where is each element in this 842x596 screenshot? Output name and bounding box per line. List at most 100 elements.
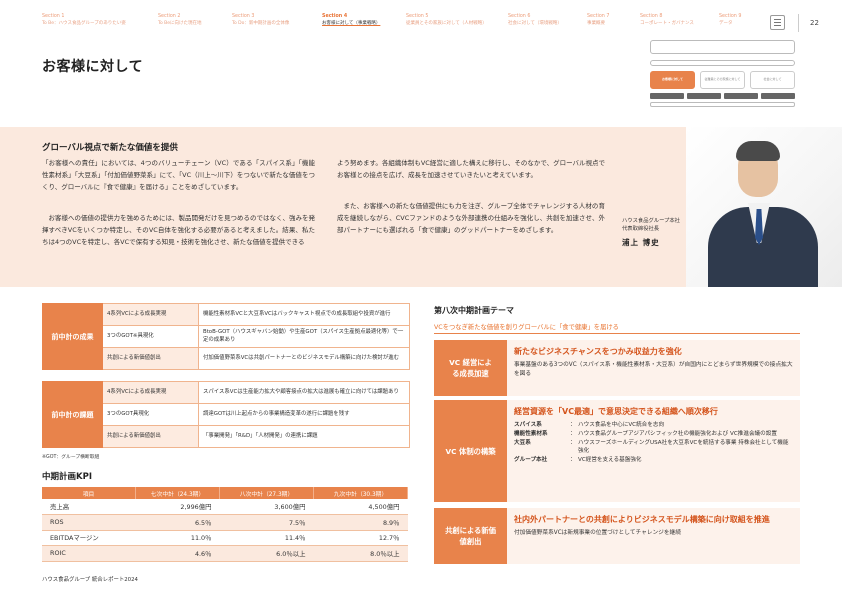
column-header: 八次中計（27.3期） [219,487,314,499]
table-row: 売上高 2,996億円 3,600億円 4,500億円 [42,499,408,515]
nav-section-sub: To Beに向けた現在地 [158,20,202,26]
kpi-value: 6.5％ [135,514,220,531]
nav-section-sub: To Be：ハウス食品グループのありたい姿 [42,20,126,26]
plan-divider [434,333,800,334]
kpi-value: 2,996億円 [135,499,220,515]
row-text: 調達GOTは川上起点からの事業構造変革の遂行に課題を残す [198,403,410,426]
previous-plan-results-table: 前中計の成果 4系列VCによる成長実現 機能性素材系VCと大豆系VCはバックキャ… [42,303,410,370]
kpi-value: 4,500億円 [313,499,408,515]
nav-section-sub: データ [719,20,733,26]
nav-section-5[interactable]: Section 5 従業員とその家族に対して（人材戦略） [406,14,487,27]
nav-section-sub: 社会に対して（環境戦略） [508,20,562,26]
row-label: 4系列VCによる成長実現 [102,303,199,326]
kpi-item: ROIC [42,545,136,562]
row-text: 「事業開発」「R&D」「人材開発」の連携に課題 [198,425,410,448]
kpi-value: 6.0％以上 [219,545,314,562]
president-portrait [686,127,842,287]
signature-company: ハウス食品グループ本社 [622,218,680,224]
kpi-value: 8.0％以上 [313,545,408,562]
signature-title: 代表取締役社長 [622,225,660,232]
definition-value: VC経営を支える基盤強化 [578,457,642,464]
table-row: ROIC 4.6％ 6.0％以上 8.0％以上 [42,545,408,562]
divider [798,14,799,32]
definition-colon: ： [570,430,576,437]
table-row: 前中計の成果 4系列VCによる成長実現 機能性素材系VCと大豆系VCはバックキャ… [42,303,410,370]
kpi-table: 項目 七次中計（24.3期） 八次中計（27.3期） 九次中計（30.3期） 売… [42,487,408,562]
plan-block-header: 共創による新価値創出 [434,508,507,564]
nav-section-9[interactable]: Section 9 データ [719,14,741,27]
nav-section-8[interactable]: Section 8 コーポレート・ガバナンス [640,14,694,27]
nav-section-1[interactable]: Section 1 To Be：ハウス食品グループのありたい姿 [42,14,126,27]
mini-diagram-row [650,60,795,66]
got-footnote: ※GOT：グループ横断取組 [42,455,100,460]
plan-block-body: 新たなビジネスチャンスをつかみ収益力を強化 事業基盤のある3つのVC（スパイス系… [507,340,800,396]
row-label: 3つのGOT具現化 [102,403,199,426]
kpi-value: 11.4％ [219,530,314,546]
definition-colon: ： [570,439,576,446]
plan-subtitle: VCをつなぎ新たな価値を創りグローバルに「食で健康」を届ける [434,324,619,331]
kpi-value: 12.7％ [313,530,408,546]
kpi-value: 8.9％ [313,514,408,531]
mini-diagram-top [650,40,795,54]
definition-key: 機能性素材系 [514,430,548,437]
kpi-value: 4.6％ [135,545,220,562]
definition-key: スパイス系 [514,422,542,428]
signature-role: ハウス食品グループ本社 代表取締役社長 [622,218,680,233]
plan-block-header-text: VC 体制の構築 [445,446,496,456]
row-label: 共創による新価値創出 [102,347,199,370]
definition-row: 大豆系 ：ハウスフーズホールディングUSA社を大豆系VCを統括する事業 持株会社と… [514,439,793,457]
nav-section-sub: 事業概要 [587,20,605,26]
plan-block-heading: 経営資源を「VC最適」で意思決定できる組織へ順次移行 [514,407,718,416]
message-paragraph-3: よう努めます。各組織体制もVC経営に適した構えに移行し、そのなかで、グローバル視… [337,159,606,180]
kpi-item: 売上高 [42,499,136,515]
plan-block-structure: VC 体制の構築 経営資源を「VC最適」で意思決定できる組織へ順次移行 スパイス… [434,400,800,502]
signature-name: 浦上 博史 [622,238,660,247]
vc-definition-list: スパイス系：ハウス食品を中心にVC統合を志向 機能性素材系：ハウス食品グループア… [514,421,793,465]
menu-icon[interactable] [770,15,785,30]
plan-block-header: VC 体制の構築 [434,400,507,502]
row-text: 付加価値野菜系VCは共創パートナーとのビジネスモデル構築に向けた検討が進む [198,347,410,370]
message-title: グローバル視点で新たな価値を提供 [42,143,178,153]
definition-value: ハウス食品を中心にVC統合を志向 [578,422,665,428]
row-label: 共創による新価値創出 [102,425,199,448]
kpi-value: 3,600億円 [219,499,314,515]
definition-colon: ： [570,457,576,464]
nav-section-sub: お客様に対して（事業戦略） [322,20,381,26]
mini-bar [724,93,758,99]
nav-section-6[interactable]: Section 6 社会に対して（環境戦略） [508,14,562,27]
structure-mini-diagram: お客様に対して 従業員とその家族に対して 社会に対して [650,40,795,112]
plan-block-header: VC 経営による成長加速 [434,340,507,396]
nav-section-label: Section 7 [587,14,610,19]
column-header: 項目 [42,487,136,499]
plan-block-text: 付加価値野菜系VCは新規事業の位置づけとしてチャレンジを継続 [514,530,681,536]
nav-section-2[interactable]: Section 2 To Beに向けた現在地 [158,14,202,27]
mini-box-society: 社会に対して [750,71,795,89]
nav-section-sub: To Do：新中期計画の全体像 [232,20,290,26]
definition-row: スパイス系 ：ハウス食品を中心にVC統合を志向 [514,421,793,430]
definition-colon: ： [570,422,576,428]
nav-section-7[interactable]: Section 7 事業概要 [587,14,609,27]
plan-block-heading: 社内外パートナーとの共創によりビジネスモデル構築に向け取組を推進 [514,515,770,524]
mini-bar [761,93,795,99]
plan-block-heading: 新たなビジネスチャンスをつかみ収益力を強化 [514,347,682,356]
mini-diagram-foot [650,102,795,107]
row-label: 4系列VCによる成長実現 [102,381,199,404]
mini-box-employees: 従業員とその家族に対して [700,71,745,89]
row-label: 3つのGOT※具現化 [102,325,199,348]
page-title: お客様に対して [42,59,144,75]
nav-section-sub: コーポレート・ガバナンス [640,20,694,26]
issues-header: 前中計の課題 [42,381,103,448]
nav-section-3[interactable]: Section 3 To Do：新中期計画の全体像 [232,14,289,27]
portrait-hair [736,141,780,161]
definition-key: グループ本社 [514,457,548,464]
message-paragraph-4: また、お客様への新たな価値提供にも力を注ぎ、グループ全体でチャレンジする人材の育… [337,202,605,235]
mini-bar [650,93,684,99]
definition-row: グループ本社 ： VC経営を支える基盤強化 [514,456,793,465]
nav-section-4[interactable]: Section 4 お客様に対して（事業戦略） [322,14,380,27]
results-header: 前中計の成果 [42,303,103,370]
definition-value: ハウス食品グループアジアパシフィック社の機能強化および VC推進会議の設置 [578,430,777,437]
message-paragraph-1: 「お客様への責任」においては、4つのバリューチェーン（VC）である「スパイス系」… [42,159,315,192]
definition-value: ハウスフーズホールディングUSA社を大豆系VCを統括する事業 持株会社として機能… [578,439,789,455]
row-text: BtoB-GOT（ハウスギャバン始動）や生産GOT（スパイス生産拠点最適化等）で… [198,325,410,348]
table-row: EBITDAマージン 11.0％ 11.4％ 12.7％ [42,530,408,546]
